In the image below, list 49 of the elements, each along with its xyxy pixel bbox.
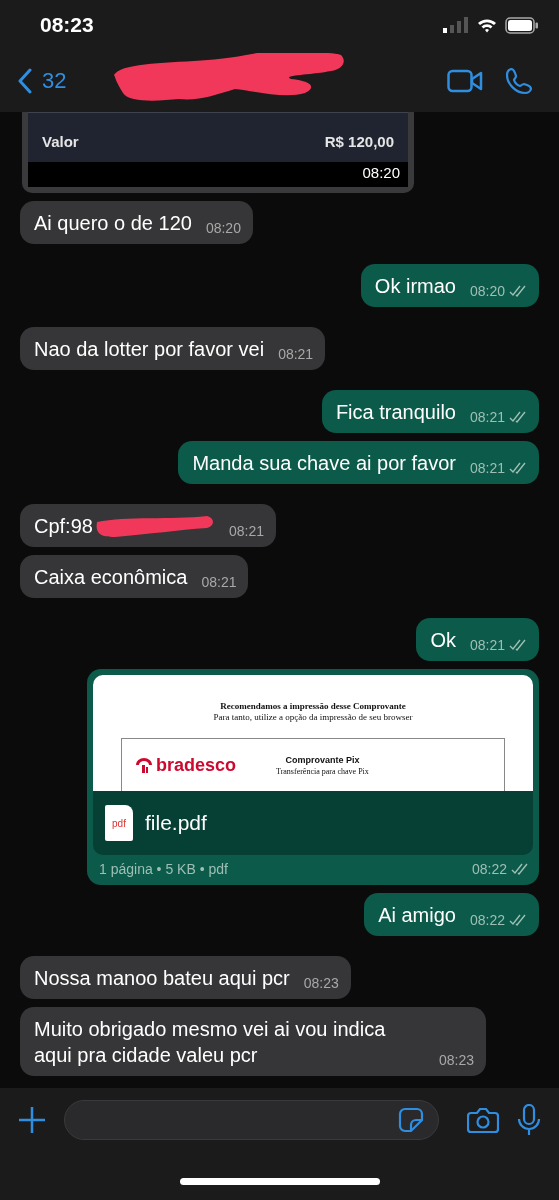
message-time: 08:22 xyxy=(471,861,507,877)
preview-subtitle: Transferência para chave Pix xyxy=(276,766,369,776)
preview-title: Comprovante Pix xyxy=(285,754,360,765)
amount-label: Valor xyxy=(42,133,79,150)
message-time: 08:21 xyxy=(228,523,264,539)
message-input[interactable] xyxy=(64,1100,439,1140)
message-time: 08:23 xyxy=(438,1052,474,1068)
message-text: Cpf:98 xyxy=(34,514,93,539)
message-time: 08:21 xyxy=(469,460,505,476)
camera-icon[interactable] xyxy=(467,1106,499,1134)
message-time: 08:20 xyxy=(469,283,505,299)
message-time: 08:22 xyxy=(469,912,505,928)
bank-logo-icon xyxy=(134,756,154,774)
message-text: Ok xyxy=(430,628,456,653)
pdf-file-icon: pdf xyxy=(105,805,133,841)
message-time: 08:21 xyxy=(469,409,505,425)
message-text: Ok irmao xyxy=(374,274,456,299)
wifi-icon xyxy=(477,17,497,33)
file-name: file.pdf xyxy=(145,811,207,835)
message-text: Muito obrigado mesmo vei ai vou indica aqui pra cidade valeu pcr xyxy=(34,1017,387,1068)
amount-value: R$ 120,00 xyxy=(324,133,394,150)
message-text: Ai quero o de 120 xyxy=(34,211,192,236)
microphone-icon[interactable] xyxy=(517,1104,541,1136)
message-text: Nossa manoo bateu aqui pcr xyxy=(34,966,290,991)
preview-subheading: Para tanto, utilize a opção da impressão de seu browser xyxy=(212,712,414,722)
message-time: 08:21 xyxy=(469,637,505,653)
message-text: Fica tranquilo xyxy=(335,400,456,425)
file-info: 1 página • 5 KB • pdf xyxy=(99,861,228,877)
preview-heading: Recomendamos a impressão desse Comprovante xyxy=(219,701,407,711)
back-button[interactable]: 32 xyxy=(18,68,67,94)
document-bubble[interactable]: Recomendamos a impressão desse Comprovante Para tanto, utilize a opção da impressão de seu browser bradesco Comprovante Pix Transferência para chave Pix pdf file.pdf 1 página • 5 KB • pdf 08:22 xyxy=(87,669,539,885)
bank-name: bradesco xyxy=(156,754,237,776)
message-text: Caixa econômica xyxy=(34,565,188,590)
sticker-icon[interactable] xyxy=(398,1107,424,1133)
phone-icon[interactable] xyxy=(505,67,533,95)
message-time: 08:20 xyxy=(205,220,241,236)
signal-icon xyxy=(443,17,469,33)
video-call-icon[interactable] xyxy=(447,69,483,93)
battery-icon xyxy=(505,16,539,34)
message-text: Ai amigo xyxy=(378,903,456,928)
plus-icon[interactable] xyxy=(18,1106,46,1134)
message-time: 08:21 xyxy=(278,346,314,362)
message-time: 08:20 xyxy=(362,164,400,181)
message-text: Nao da lotter por favor vei xyxy=(34,337,265,362)
status-time: 08:23 xyxy=(40,13,94,37)
chevron-left-icon xyxy=(18,68,32,94)
message-text: Manda sua chave ai por favor xyxy=(192,451,456,476)
message-time: 08:21 xyxy=(201,574,237,590)
message-time: 08:23 xyxy=(303,975,339,991)
